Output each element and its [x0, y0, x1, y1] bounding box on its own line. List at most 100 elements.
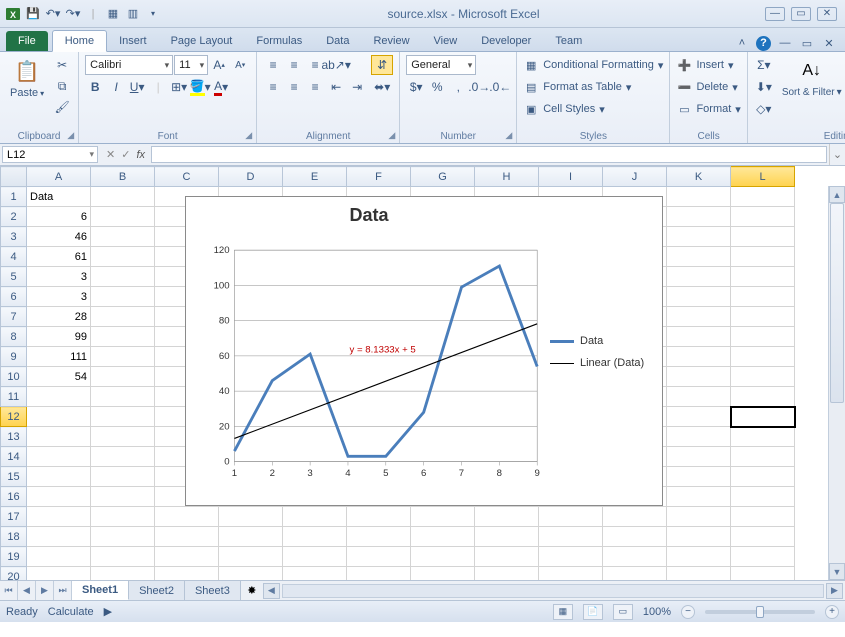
cell-J20[interactable] — [603, 567, 667, 581]
delete-cells-button[interactable]: ➖Delete ▾ — [676, 77, 740, 97]
number-format-select[interactable]: General — [406, 55, 476, 75]
sheet-tab-sheet3[interactable]: Sheet3 — [185, 581, 241, 600]
cell-L14[interactable] — [731, 447, 795, 467]
cell-B6[interactable] — [91, 287, 155, 307]
shrink-font-icon[interactable]: A▾ — [230, 55, 250, 75]
sort-filter-button[interactable]: A↓ Sort & Filter▾ — [778, 55, 845, 100]
cell-A2[interactable]: 6 — [27, 207, 91, 227]
cell-L12[interactable] — [731, 407, 795, 427]
col-header-C[interactable]: C — [155, 167, 219, 187]
format-painter-icon[interactable]: 🖌 — [52, 97, 72, 117]
col-header-F[interactable]: F — [347, 167, 411, 187]
tab-data[interactable]: Data — [314, 31, 361, 51]
font-name-select[interactable]: Calibri — [85, 55, 173, 75]
cell-B18[interactable] — [91, 527, 155, 547]
cell-I17[interactable] — [539, 507, 603, 527]
row-header-1[interactable]: 1 — [1, 187, 27, 207]
cell-A16[interactable] — [27, 487, 91, 507]
cell-B1[interactable] — [91, 187, 155, 207]
wrap-text-icon[interactable]: ⇵ — [371, 55, 393, 75]
align-top-icon[interactable]: ≡ — [263, 55, 283, 75]
row-header-4[interactable]: 4 — [1, 247, 27, 267]
cell-K10[interactable] — [667, 367, 731, 387]
cell-B11[interactable] — [91, 387, 155, 407]
cell-G19[interactable] — [411, 547, 475, 567]
tab-team[interactable]: Team — [543, 31, 594, 51]
col-header-D[interactable]: D — [219, 167, 283, 187]
cell-F19[interactable] — [347, 547, 411, 567]
sheet-nav-first-icon[interactable]: ⏮ — [0, 581, 18, 600]
cell-B20[interactable] — [91, 567, 155, 581]
merge-center-icon[interactable]: ⬌▾ — [371, 77, 393, 97]
cell-A7[interactable]: 28 — [27, 307, 91, 327]
embedded-chart[interactable]: Data 020406080100120123456789y = 8.1333x… — [185, 196, 663, 506]
col-header-B[interactable]: B — [91, 167, 155, 187]
cell-E20[interactable] — [283, 567, 347, 581]
border-icon[interactable]: ⊞▾ — [169, 77, 189, 97]
row-header-9[interactable]: 9 — [1, 347, 27, 367]
col-header-J[interactable]: J — [603, 167, 667, 187]
row-header-12[interactable]: 12 — [1, 407, 27, 427]
cell-L6[interactable] — [731, 287, 795, 307]
save-icon[interactable]: 💾 — [24, 5, 42, 23]
redo-icon[interactable]: ↷▾ — [64, 5, 82, 23]
cell-B14[interactable] — [91, 447, 155, 467]
cell-A14[interactable] — [27, 447, 91, 467]
cell-J18[interactable] — [603, 527, 667, 547]
increase-decimal-icon[interactable]: .0→ — [469, 77, 489, 97]
cell-B7[interactable] — [91, 307, 155, 327]
worksheet-grid[interactable]: ABCDEFGHIJKL1Data26346461536372889991111… — [0, 166, 845, 580]
cell-K5[interactable] — [667, 267, 731, 287]
row-header-20[interactable]: 20 — [1, 567, 27, 581]
orientation-icon[interactable]: ab↗▾ — [326, 55, 346, 75]
cell-K17[interactable] — [667, 507, 731, 527]
fx-icon[interactable]: fx — [136, 149, 145, 161]
cell-I20[interactable] — [539, 567, 603, 581]
underline-icon[interactable]: U▾ — [127, 77, 147, 97]
cell-I19[interactable] — [539, 547, 603, 567]
view-normal-icon[interactable]: ▦ — [553, 604, 573, 620]
qat-icon-1[interactable]: ▦ — [104, 5, 122, 23]
cell-B15[interactable] — [91, 467, 155, 487]
tab-view[interactable]: View — [422, 31, 470, 51]
cell-K7[interactable] — [667, 307, 731, 327]
col-header-E[interactable]: E — [283, 167, 347, 187]
cell-A20[interactable] — [27, 567, 91, 581]
cell-B4[interactable] — [91, 247, 155, 267]
row-header-17[interactable]: 17 — [1, 507, 27, 527]
alignment-launcher-icon[interactable]: ◢ — [388, 130, 395, 141]
align-center-icon[interactable]: ≡ — [284, 77, 304, 97]
cell-A18[interactable] — [27, 527, 91, 547]
restore-button[interactable]: ▭ — [791, 7, 811, 21]
formula-input[interactable] — [151, 146, 827, 163]
sheet-nav-prev-icon[interactable]: ◀ — [18, 581, 36, 600]
cell-L17[interactable] — [731, 507, 795, 527]
cell-G17[interactable] — [411, 507, 475, 527]
row-header-6[interactable]: 6 — [1, 287, 27, 307]
row-header-11[interactable]: 11 — [1, 387, 27, 407]
cell-A6[interactable]: 3 — [27, 287, 91, 307]
col-header-A[interactable]: A — [27, 167, 91, 187]
cell-A10[interactable]: 54 — [27, 367, 91, 387]
row-header-7[interactable]: 7 — [1, 307, 27, 327]
cell-A1[interactable]: Data — [27, 187, 91, 207]
cell-B19[interactable] — [91, 547, 155, 567]
scroll-thumb[interactable] — [830, 203, 844, 403]
row-header-19[interactable]: 19 — [1, 547, 27, 567]
cell-L4[interactable] — [731, 247, 795, 267]
currency-icon[interactable]: $▾ — [406, 77, 426, 97]
cell-K4[interactable] — [667, 247, 731, 267]
zoom-out-icon[interactable]: − — [681, 605, 695, 619]
new-sheet-icon[interactable]: ✸ — [241, 581, 263, 600]
view-pagebreak-icon[interactable]: ▭ — [613, 604, 633, 620]
col-header-H[interactable]: H — [475, 167, 539, 187]
sheet-tab-sheet1[interactable]: Sheet1 — [72, 581, 129, 600]
cell-F17[interactable] — [347, 507, 411, 527]
cell-B8[interactable] — [91, 327, 155, 347]
cell-B3[interactable] — [91, 227, 155, 247]
row-header-13[interactable]: 13 — [1, 427, 27, 447]
increase-indent-icon[interactable]: ⇥ — [347, 77, 367, 97]
cell-L16[interactable] — [731, 487, 795, 507]
hscroll-left-icon[interactable]: ◀ — [263, 583, 280, 599]
help-icon[interactable]: ? — [756, 36, 771, 51]
